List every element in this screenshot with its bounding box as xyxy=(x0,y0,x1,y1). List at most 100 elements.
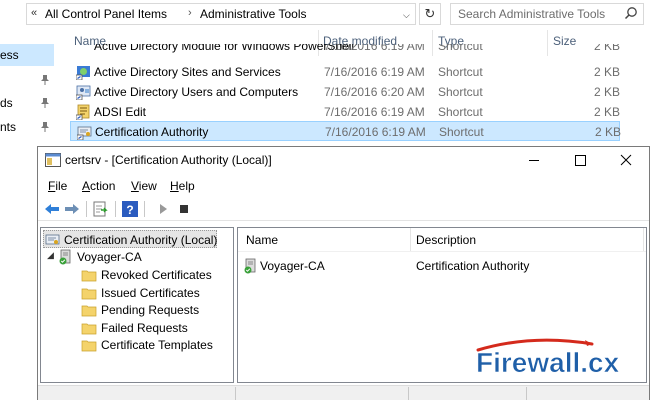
window-title: certsrv - [Certification Authority (Loca… xyxy=(65,153,272,167)
tree-item-root[interactable]: Certification Authority (Local) xyxy=(43,230,217,248)
file-name: Active Directory Sites and Services xyxy=(94,65,281,79)
adsi-edit-icon xyxy=(76,104,90,120)
breadcrumb-administrative-tools[interactable]: Administrative Tools xyxy=(200,7,307,21)
file-size: 2 KB xyxy=(594,65,621,79)
list-item-name: Voyager-CA xyxy=(260,259,325,273)
tree-item-folder[interactable]: Pending Requests xyxy=(81,301,231,319)
list-item-description: Certification Authority xyxy=(416,259,530,273)
toolbar-separator xyxy=(86,201,87,217)
toolbar-separator xyxy=(144,201,145,217)
file-row[interactable]: Active Directory Sites and Services 7/16… xyxy=(70,62,620,82)
tree-item-label: Certificate Templates xyxy=(101,338,213,352)
export-list-icon[interactable] xyxy=(92,200,110,218)
certification-authority-icon xyxy=(77,126,92,140)
file-date: 7/16/2016 6:19 AM xyxy=(324,44,425,53)
firewall-cx-logo: Firewall.cx xyxy=(476,338,620,378)
certification-authority-icon xyxy=(45,234,60,245)
folder-icon xyxy=(81,340,97,352)
toolbar-separator xyxy=(115,201,116,217)
menu-action[interactable]: Action xyxy=(82,179,115,193)
status-divider xyxy=(235,387,236,400)
ca-server-running-icon xyxy=(59,249,71,265)
menu-mnemonic: H xyxy=(170,179,179,193)
users-computers-icon xyxy=(76,85,91,100)
folder-icon xyxy=(81,323,97,335)
ca-server-running-icon xyxy=(244,258,256,274)
tree-item-label: Voyager-CA xyxy=(77,250,142,264)
tree-item-voyager-ca[interactable]: Voyager-CA xyxy=(57,248,217,266)
tree-item-folder[interactable]: Failed Requests xyxy=(81,319,231,337)
file-date: 7/16/2016 6:19 AM xyxy=(324,105,425,119)
maximize-icon xyxy=(575,155,586,166)
tree-item-folder[interactable]: Revoked Certificates xyxy=(81,266,231,284)
address-bar[interactable]: « All Control Panel Items › Administrati… xyxy=(26,3,416,25)
address-row: « All Control Panel Items › Administrati… xyxy=(0,0,650,28)
back-arrow-icon[interactable] xyxy=(43,200,61,218)
file-date: 7/16/2016 6:19 AM xyxy=(324,65,425,79)
folder-icon xyxy=(81,270,97,282)
address-dropdown-icon[interactable]: ⌵ xyxy=(403,10,410,21)
file-row-selected[interactable]: Certification Authority 7/16/2016 6:19 A… xyxy=(70,121,622,141)
menu-mnemonic: V xyxy=(131,179,139,193)
help-icon[interactable]: ? xyxy=(121,200,139,218)
search-icon xyxy=(624,7,637,20)
minimize-icon xyxy=(529,160,539,161)
menu-bar: File Action View Help xyxy=(38,175,649,197)
folder-icon xyxy=(81,305,97,317)
minimize-button[interactable] xyxy=(511,147,557,175)
menu-mnemonic: A xyxy=(82,179,91,193)
status-divider xyxy=(526,387,527,400)
file-name: Active Directory Users and Computers xyxy=(94,85,299,99)
tree-item-label: Certification Authority (Local) xyxy=(64,233,218,247)
menu-view[interactable]: View xyxy=(131,179,157,193)
nav-item-label[interactable]: ess xyxy=(0,48,19,62)
forward-arrow-icon[interactable] xyxy=(63,200,81,218)
menu-file[interactable]: File xyxy=(48,179,67,193)
menu-label: ile xyxy=(55,179,68,193)
file-row[interactable]: Active Directory Users and Computers 7/1… xyxy=(70,82,620,102)
overflow-chevron-icon[interactable]: « xyxy=(31,7,37,19)
tree-item-folder[interactable]: Certificate Templates xyxy=(81,336,231,354)
title-bar[interactable]: certsrv - [Certification Authority (Loca… xyxy=(38,147,649,175)
file-name: Certification Authority xyxy=(95,125,209,139)
column-divider[interactable] xyxy=(410,228,411,252)
breadcrumb-separator-icon[interactable]: › xyxy=(188,7,192,19)
close-button[interactable] xyxy=(603,147,649,175)
stop-service-icon[interactable] xyxy=(175,200,193,218)
search-input[interactable]: Search Administrative Tools xyxy=(450,3,644,25)
menu-label: elp xyxy=(178,179,195,193)
refresh-button[interactable]: ↻ xyxy=(419,3,441,25)
column-divider[interactable] xyxy=(643,228,644,252)
pin-icon[interactable] xyxy=(41,98,49,108)
search-placeholder: Search Administrative Tools xyxy=(458,7,606,21)
collapse-arrow-icon[interactable]: ◢ xyxy=(47,250,54,261)
svg-text:Firewall.cx: Firewall.cx xyxy=(476,347,620,378)
maximize-button[interactable] xyxy=(557,147,603,175)
mmc-app-icon xyxy=(45,153,61,167)
file-row-clipped[interactable]: Active Directory Module for Windows Powe… xyxy=(70,44,620,54)
status-bar xyxy=(38,385,649,400)
tree-item-folder[interactable]: Issued Certificates xyxy=(81,284,231,302)
folder-icon xyxy=(81,288,97,300)
close-icon xyxy=(620,154,632,166)
tree-item-label: Revoked Certificates xyxy=(101,268,212,282)
file-date: 7/16/2016 6:20 AM xyxy=(324,85,425,99)
file-row[interactable]: ADSI Edit 7/16/2016 6:19 AM Shortcut 2 K… xyxy=(70,102,620,122)
pin-icon[interactable] xyxy=(41,75,49,85)
sites-services-icon xyxy=(76,66,90,80)
pin-icon[interactable] xyxy=(41,122,49,132)
menu-label: iew xyxy=(138,179,157,193)
svg-text:?: ? xyxy=(126,203,133,217)
file-size: 2 KB xyxy=(594,44,620,53)
list-header-description[interactable]: Description xyxy=(416,233,476,247)
file-type: Shortcut xyxy=(438,65,483,79)
nav-item-label[interactable]: ds xyxy=(0,96,13,110)
nav-item-label[interactable]: nts xyxy=(0,120,16,134)
menu-help[interactable]: Help xyxy=(170,179,195,193)
list-header-name[interactable]: Name xyxy=(246,233,278,247)
file-size: 2 KB xyxy=(595,125,622,139)
file-name: ADSI Edit xyxy=(94,105,147,119)
start-service-icon[interactable] xyxy=(154,200,172,218)
file-type: Shortcut xyxy=(438,44,483,53)
breadcrumb-all-control-panel-items[interactable]: All Control Panel Items xyxy=(45,7,167,21)
